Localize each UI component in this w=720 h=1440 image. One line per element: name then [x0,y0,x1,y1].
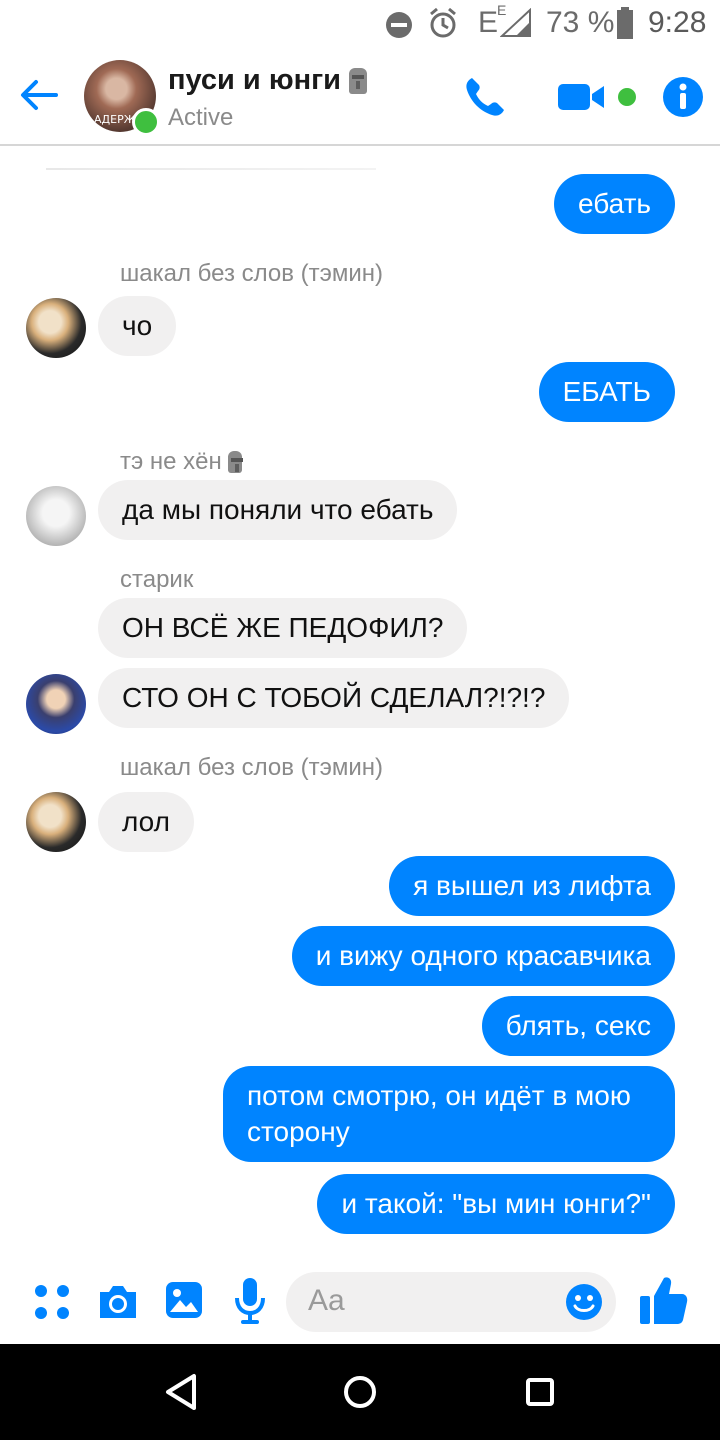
sender-name: шакал без слов (тэмин) [120,754,383,782]
message-bubble-incoming[interactable]: СТО ОН С ТОБОЙ СДЕЛАЛ?!?!? [98,668,570,728]
message-bubble-outgoing[interactable]: и вижу одного красавчика [291,926,675,986]
sender-name-text: шакал без слов (тэмин) [120,754,384,781]
message-bubble-outgoing[interactable]: ЕБАТЬ [538,362,675,422]
composer: Aa [0,1262,720,1344]
phone-icon[interactable] [462,74,508,120]
avatar[interactable] [26,792,86,852]
do-not-disturb-icon [386,12,412,38]
message-bubble-outgoing[interactable]: потом смотрю, он идёт в мою сторону [223,1066,675,1162]
status-bar: E E 73 % 9:28 [0,0,720,50]
image-icon[interactable] [164,1280,204,1320]
system-nav-bar [0,1344,720,1440]
message-bubble-outgoing[interactable]: блять, секс [481,996,675,1056]
sender-name-text: шакал без слов (тэмин) [120,260,384,287]
message-input[interactable]: Aa [286,1272,616,1332]
arrow-left-icon[interactable] [14,70,64,120]
moai-emoji-icon [349,67,368,94]
video-camera-icon[interactable] [556,80,606,114]
signal-icon [500,8,531,37]
video-active-dot [618,88,636,106]
network-type: E [478,6,499,39]
battery-icon [617,7,633,39]
message-bubble-outgoing[interactable]: и такой: "вы мин юнги?" [317,1174,675,1234]
clock: 9:28 [648,6,707,39]
smiley-icon[interactable] [564,1282,604,1322]
avatar[interactable] [26,298,86,358]
sender-name-text: старик [120,566,194,593]
message-bubble-incoming[interactable]: лол [98,792,194,852]
divider [46,168,376,170]
chat-status: Active [168,104,234,131]
alarm-icon [430,7,456,38]
message-input-placeholder: Aa [308,1284,345,1317]
chat-header: АДЕРЖ пуси и юнги Active [0,50,720,146]
message-bubble-outgoing[interactable]: я вышел из лифта [389,856,675,916]
message-bubble-incoming[interactable]: да мы поняли что ебать [98,480,458,540]
sender-name-text: тэ не хён [120,448,222,475]
four-dots-icon[interactable] [32,1282,72,1322]
message-bubble-incoming[interactable]: ОН ВСЁ ЖЕ ПЕДОФИЛ? [98,598,468,658]
online-indicator [132,108,160,136]
microphone-icon[interactable] [232,1276,268,1326]
chat-title-text: пуси и юнги [168,64,342,96]
avatar[interactable] [26,674,86,734]
back-nav-icon[interactable] [164,1372,200,1412]
chat-title[interactable]: пуси и юнги [168,64,368,97]
avatar-caption: АДЕРЖ [94,113,136,126]
moai-emoji-icon [227,451,243,473]
battery-percent: 73 % [546,6,615,39]
info-icon[interactable] [662,76,704,118]
avatar[interactable] [26,486,86,546]
sender-name: старик [120,566,193,594]
sender-name: тэ не хён [120,448,243,476]
sender-name: шакал без слов (тэмин) [120,260,383,288]
home-nav-icon[interactable] [342,1372,378,1412]
message-bubble-outgoing[interactable]: ебать [553,174,675,234]
recents-nav-icon[interactable] [522,1372,558,1412]
thumbs-up-icon[interactable] [638,1274,690,1328]
camera-icon[interactable] [96,1282,140,1322]
message-list[interactable]: ебать шакал без слов (тэмин) чо ЕБАТЬ тэ… [0,146,720,1236]
message-bubble-incoming[interactable]: чо [98,296,177,356]
